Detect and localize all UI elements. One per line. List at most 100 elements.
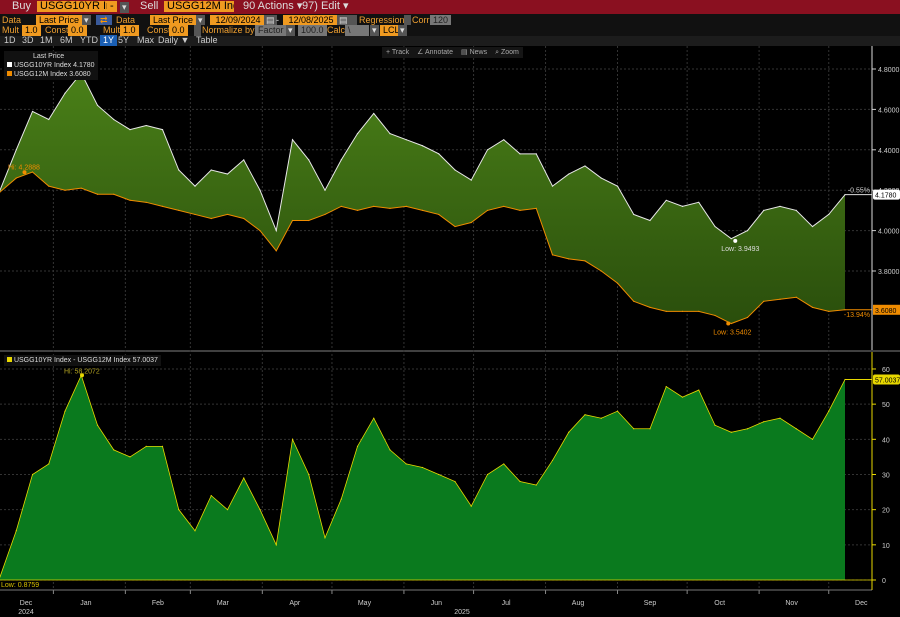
data-point-spread (340, 498, 342, 500)
data-point-10y (15, 149, 17, 151)
data-point-10y (96, 104, 99, 106)
data-point-10y (308, 159, 310, 161)
month-label: Feb (152, 600, 164, 607)
data-point-10y (259, 189, 261, 191)
data-point-spread (519, 480, 521, 483)
data-point-spread (389, 449, 391, 451)
month-label: Aug (572, 600, 585, 607)
legend-item-12m[interactable]: USGG12M Index 3.6080 (7, 70, 95, 79)
data-point-12m (421, 209, 424, 211)
legend-item-10y[interactable]: USGG10YR Index 4.1780 (7, 61, 95, 70)
month-label: Sep (644, 600, 657, 607)
data-point-12m (31, 171, 34, 173)
data-point-10y (64, 92, 66, 94)
data-point-spread (210, 494, 212, 497)
data-point-spread (178, 509, 180, 511)
data-point-12m (535, 207, 537, 209)
data-point-10y (681, 205, 684, 207)
y-tick-label: 10 (882, 543, 890, 550)
data-point-spread (373, 417, 375, 419)
data-point-10y (795, 209, 797, 211)
data-point-10y (389, 133, 391, 135)
legend-title: Last Price (33, 53, 65, 60)
y-tick-label: 0 (882, 578, 886, 585)
data-point-10y (243, 159, 245, 161)
data-point-spread (730, 431, 732, 433)
data-point-spread (714, 424, 716, 426)
y-tick-label: 4.8000 (878, 67, 900, 74)
hi-label-spread: Hi: 58.2072 (64, 368, 100, 375)
data-point-spread (470, 505, 472, 507)
data-point-10y (145, 124, 147, 127)
data-point-10y (291, 139, 294, 141)
y-tick-label: 60 (882, 367, 890, 374)
data-point-12m (194, 213, 196, 216)
data-point-12m (308, 219, 310, 222)
data-point-10y (275, 230, 277, 232)
data-point-10y (178, 169, 180, 171)
zoom-button[interactable]: ⌕ Zoom (495, 47, 519, 58)
data-point-12m (80, 187, 82, 189)
year-label: 2025 (454, 609, 470, 616)
data-point-12m (15, 177, 17, 179)
data-point-spread (763, 421, 765, 423)
upper-legend: Last Price USGG10YR Index 4.1780 USGG12M… (4, 51, 98, 80)
data-point-spread (681, 396, 684, 398)
news-button[interactable]: ▤ News (461, 47, 487, 58)
data-point-12m (226, 213, 229, 216)
data-point-12m (470, 221, 472, 224)
data-point-spread (438, 473, 440, 476)
data-point-10y (129, 129, 131, 131)
white-square-icon (7, 62, 12, 67)
data-point-12m (178, 209, 180, 211)
orange-square-icon (7, 71, 12, 76)
data-point-12m (438, 213, 440, 216)
low-marker-12m (726, 321, 731, 326)
track-button[interactable]: + Track (386, 47, 409, 58)
data-point-12m (795, 296, 797, 298)
data-point-12m (291, 219, 294, 222)
data-point-spread (616, 410, 619, 412)
data-point-12m (129, 199, 131, 201)
data-point-10y (194, 185, 196, 187)
data-point-12m (616, 282, 619, 284)
data-point-12m (665, 310, 667, 312)
data-point-spread (275, 544, 277, 546)
data-point-spread (243, 477, 245, 479)
data-point-spread (454, 480, 456, 483)
data-point-spread (503, 463, 505, 465)
last-value-10y: 4.1780 (875, 193, 897, 200)
data-point-10y (113, 118, 115, 121)
data-point-spread (746, 428, 749, 430)
data-point-10y (31, 110, 34, 113)
lower-legend[interactable]: USGG10YR Index - USGG12M Index 57.0037 (4, 355, 161, 366)
data-point-10y (763, 209, 765, 211)
year-label: 2024 (18, 609, 34, 616)
hi-label-12m: Hi: 4.2888 (8, 164, 40, 171)
data-point-10y (584, 165, 586, 167)
data-point-spread (145, 445, 147, 447)
data-point-10y (600, 177, 602, 179)
data-point-spread (698, 389, 700, 391)
low-marker-10y (733, 238, 738, 243)
last-value-12m: 3.6080 (875, 308, 897, 315)
data-point-10y (324, 189, 326, 191)
yellow-square-icon (7, 357, 12, 362)
data-point-12m (600, 270, 602, 272)
data-point-spread (129, 456, 131, 458)
month-label: May (358, 600, 372, 607)
annotate-button[interactable]: ∠ Annotate (417, 47, 453, 58)
data-point-12m (48, 185, 50, 187)
y-tick-label: 50 (882, 402, 890, 409)
data-point-12m (96, 193, 99, 195)
data-point-spread (665, 385, 667, 388)
month-label: Mar (217, 600, 230, 607)
data-point-12m (568, 258, 570, 260)
y-tick-label: 40 (882, 437, 890, 444)
chart-canvas[interactable]: -0.55% -13.94% Hi: 4.2888 Low: 3.9493 Low: 3… (0, 0, 900, 617)
data-point-spread (486, 473, 489, 476)
data-point-12m (259, 230, 261, 232)
data-point-12m (503, 205, 505, 207)
month-label: Dec (20, 600, 33, 607)
data-point-12m (828, 310, 830, 312)
